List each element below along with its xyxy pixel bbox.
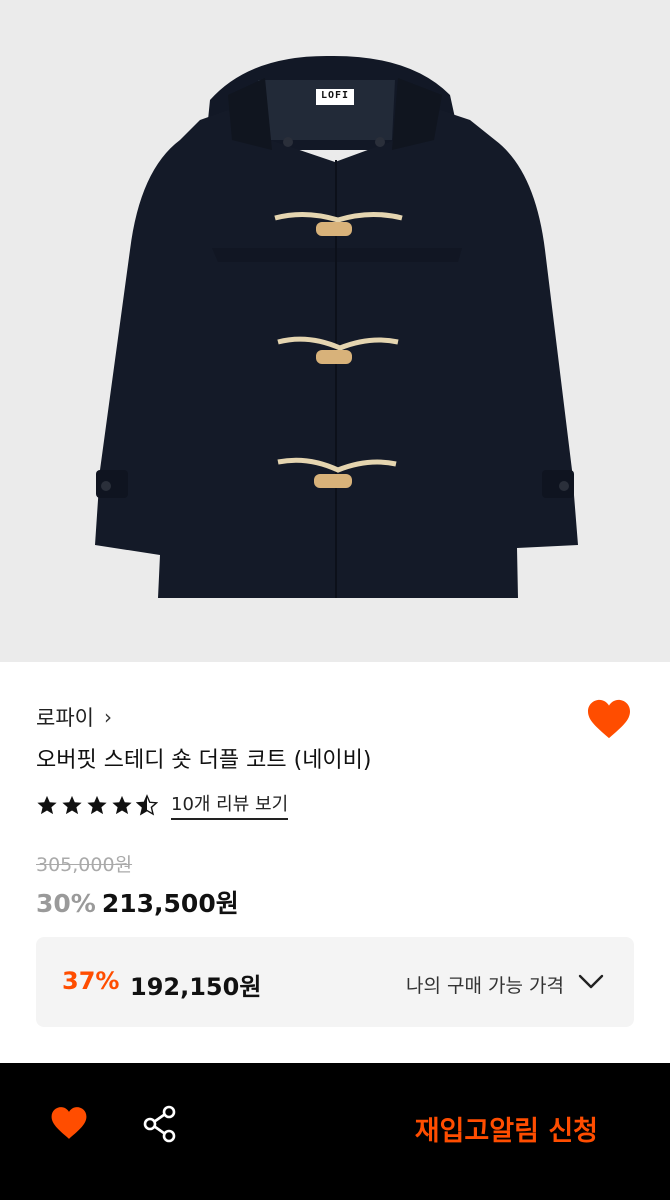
star-icon — [37, 795, 57, 815]
sale-price-row: 30% 213,500원 — [36, 884, 239, 920]
review-link[interactable]: 10개 리뷰 보기 — [171, 790, 289, 820]
product-image[interactable]: LOFI — [0, 0, 670, 662]
star-rating — [36, 794, 161, 816]
my-price-label: 나의 구매 가능 가격 — [406, 975, 564, 997]
original-price: 305,000원 — [36, 854, 133, 876]
heart-icon[interactable] — [50, 1105, 88, 1141]
brand-link[interactable]: 로파이 › — [36, 702, 112, 732]
restock-alert-button[interactable]: 재입고알림 신청 — [415, 1109, 598, 1148]
product-title: 오버핏 스테디 숏 더플 코트 (네이비) — [36, 748, 372, 773]
sale-price: 213,500원 — [101, 889, 239, 918]
brand-name: 로파이 — [36, 706, 94, 730]
product-detail-page: LOFI 로파이 › 오버핏 스테디 숏 더플 코트 (네이비) 10개 리뷰 … — [0, 0, 670, 1200]
discount-rate: 30% — [36, 889, 96, 918]
rating-row: 10개 리뷰 보기 — [36, 790, 289, 820]
brand-label-logo: LOFI — [320, 90, 350, 101]
chevron-right-icon: › — [103, 705, 112, 729]
star-icon — [62, 795, 82, 815]
my-price-box[interactable]: 37% 192,150원 나의 구매 가능 가격 — [36, 937, 634, 1027]
my-price: 192,150원 — [130, 973, 262, 1001]
star-half-icon — [136, 794, 158, 816]
my-discount-rate: 37% — [62, 967, 120, 995]
star-icon — [112, 795, 132, 815]
share-icon[interactable] — [143, 1105, 177, 1143]
star-icon — [87, 795, 107, 815]
chevron-down-icon[interactable] — [578, 973, 604, 991]
heart-icon[interactable] — [586, 698, 632, 740]
bottom-action-bar: 재입고알림 신청 — [0, 1063, 670, 1200]
product-info: 로파이 › 오버핏 스테디 숏 더플 코트 (네이비) 10개 리뷰 보기 30… — [0, 662, 670, 1062]
